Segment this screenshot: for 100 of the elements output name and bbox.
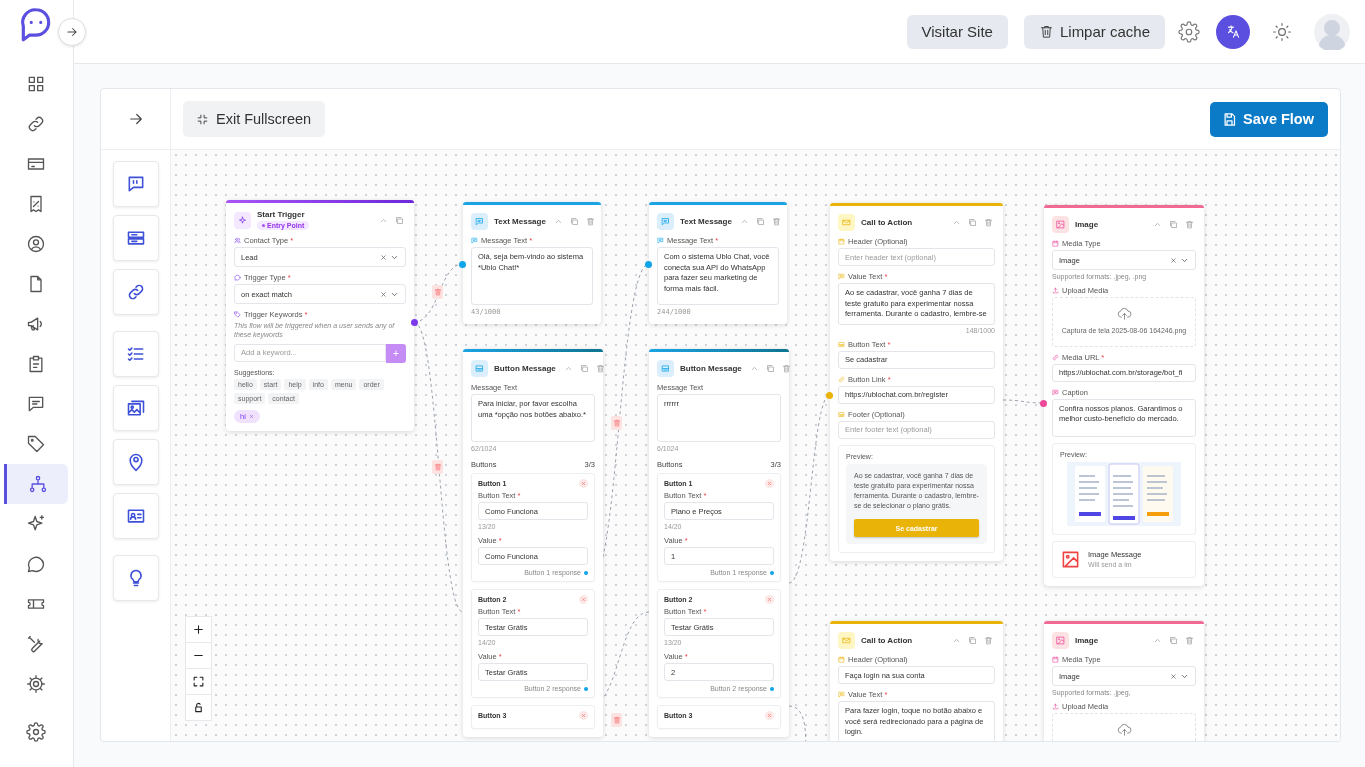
plus-icon — [192, 623, 205, 636]
trash-icon — [782, 363, 792, 373]
zoom-in-button[interactable] — [185, 616, 212, 643]
upload-icon — [1052, 287, 1059, 294]
connection-handle[interactable] — [826, 392, 833, 399]
connection-handle[interactable] — [411, 319, 418, 326]
trash-icon — [772, 216, 782, 226]
calendar-icon — [838, 238, 845, 245]
close-icon — [1170, 256, 1177, 264]
button-message-node[interactable] — [463, 349, 603, 737]
arrow-right-icon — [65, 25, 79, 39]
upload-cloud-icon — [1116, 722, 1132, 737]
translate-button[interactable] — [1216, 14, 1250, 49]
trash-icon — [433, 288, 442, 296]
visit-site-button[interactable]: Visitar Site — [906, 14, 1008, 49]
palette-item[interactable] — [112, 161, 159, 207]
connection-handle[interactable] — [770, 570, 774, 575]
close-icon — [767, 713, 772, 718]
avatar-icon[interactable] — [1314, 13, 1350, 50]
link-icon — [838, 375, 845, 383]
copy-icon — [580, 363, 590, 373]
exit-fullscreen-button[interactable]: Exit Fullscreen — [183, 101, 326, 137]
images-icon — [125, 398, 146, 418]
tag-icon — [26, 434, 46, 454]
upload-cloud-icon — [1116, 306, 1132, 321]
save-flow-button[interactable]: Save Flow — [1210, 101, 1328, 137]
lock-button[interactable] — [185, 694, 212, 721]
remove-button[interactable] — [765, 711, 774, 720]
close-icon — [581, 597, 586, 602]
palette-item[interactable] — [112, 331, 159, 377]
node-title: Text Message — [680, 216, 732, 226]
palette-item[interactable] — [112, 493, 159, 539]
node-title: Button Message — [494, 363, 556, 373]
users-icon — [234, 237, 241, 244]
copy-icon — [394, 215, 404, 225]
cog-icon — [26, 674, 46, 694]
sun-icon — [1272, 21, 1292, 42]
fit-view-button[interactable] — [185, 668, 212, 695]
remove-button[interactable] — [765, 479, 774, 488]
calendar-icon — [838, 656, 845, 663]
copy-icon — [570, 216, 580, 226]
remove-button[interactable] — [579, 479, 588, 488]
connection-handle[interactable] — [770, 686, 774, 691]
close-icon — [380, 253, 387, 261]
trash-icon — [983, 635, 993, 645]
copy-icon — [967, 217, 977, 227]
node-title: Call to Action — [861, 217, 913, 227]
connection-handle[interactable] — [459, 261, 466, 268]
clear-cache-button[interactable]: Limpar cache — [1023, 14, 1165, 49]
stacked-cards-icon — [125, 228, 146, 248]
delete-connection-button[interactable] — [611, 713, 622, 727]
delete-connection-button[interactable] — [611, 416, 622, 430]
close-icon — [248, 413, 254, 419]
theme-toggle-button[interactable] — [1272, 21, 1292, 42]
image-icon — [1061, 549, 1080, 569]
button-panel-icon — [475, 363, 484, 373]
trash-icon — [612, 419, 621, 427]
trash-icon — [983, 217, 993, 227]
remove-button[interactable] — [765, 595, 774, 604]
palette-item[interactable] — [112, 555, 159, 601]
remove-button[interactable] — [579, 711, 588, 720]
connection-handle[interactable] — [645, 261, 652, 268]
calendar-icon — [1052, 240, 1059, 247]
node-title: Button Message — [680, 363, 742, 373]
translate-icon — [1225, 24, 1241, 39]
connection-handle[interactable] — [584, 686, 588, 691]
link-icon — [1052, 353, 1059, 361]
palette-item[interactable] — [112, 439, 159, 485]
copy-icon — [967, 635, 977, 645]
image-icon — [1056, 635, 1065, 645]
sidebar-item[interactable] — [4, 464, 68, 504]
button-message-node[interactable] — [649, 349, 789, 737]
settings-icon — [1178, 20, 1200, 43]
node-title: Text Message — [494, 216, 546, 226]
close-icon — [581, 481, 586, 486]
palette-item[interactable] — [112, 385, 159, 431]
chat-bubble-icon — [26, 554, 46, 574]
minimize-icon — [196, 112, 209, 126]
sparkle-icon — [238, 215, 247, 225]
copy-icon — [1168, 219, 1178, 229]
settings-icon — [26, 722, 46, 742]
remove-button[interactable] — [579, 595, 588, 604]
chat-bubble-icon — [234, 274, 241, 281]
palette-item[interactable] — [112, 215, 159, 261]
list-check-icon — [125, 344, 146, 364]
connection-handle[interactable] — [1040, 400, 1047, 407]
trash-icon — [596, 363, 606, 373]
connection-handle[interactable] — [584, 570, 588, 575]
settings-button[interactable] — [1178, 20, 1200, 43]
button-panel-icon — [838, 340, 845, 348]
copy-icon — [766, 363, 776, 373]
trash-icon — [1184, 219, 1194, 229]
node-title: Call to Action — [861, 635, 913, 645]
trash-icon — [586, 216, 596, 226]
delete-connection-button[interactable] — [432, 460, 443, 474]
delete-connection-button[interactable] — [432, 285, 443, 299]
trash-icon — [612, 716, 621, 724]
link-icon — [26, 114, 46, 134]
palette-item[interactable] — [112, 269, 159, 315]
envelope-icon — [842, 217, 851, 227]
